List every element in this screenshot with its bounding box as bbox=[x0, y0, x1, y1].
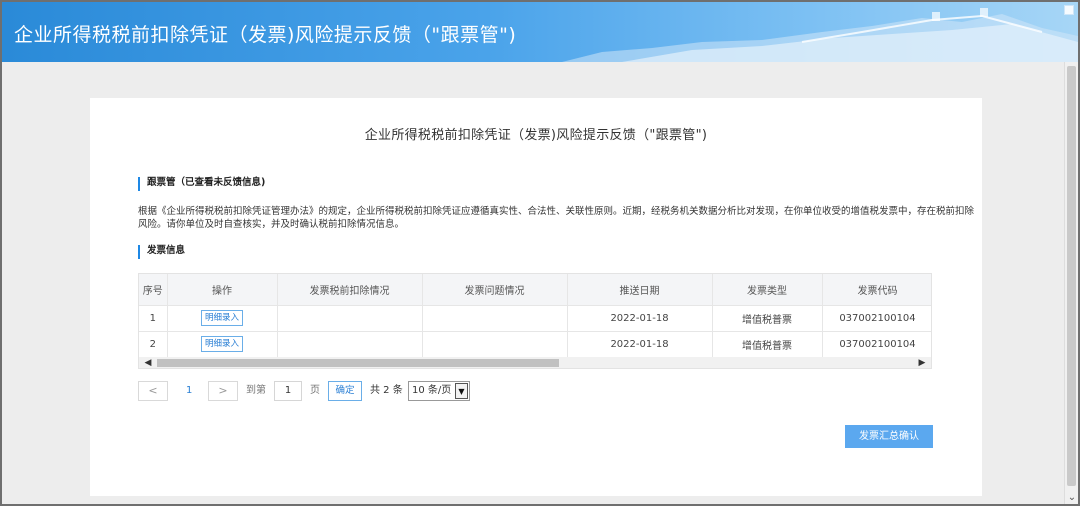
col-header-date: 推送日期 bbox=[567, 274, 713, 306]
app-title: 企业所得税税前扣除凭证（发票)风险提示反馈（"跟票管") bbox=[14, 24, 517, 46]
total-count: 共 2 条 bbox=[370, 385, 403, 396]
summary-confirm-button[interactable]: 发票汇总确认 bbox=[845, 425, 933, 448]
goto-label: 到第 bbox=[246, 385, 266, 396]
table-row: 1 明细录入 2022-01-18 增值税普票 037002100104 bbox=[139, 305, 931, 332]
cell-deduction bbox=[277, 305, 423, 332]
page-number-1[interactable]: 1 bbox=[186, 381, 192, 401]
header-banner: 企业所得税税前扣除凭证（发票)风险提示反馈（"跟票管") bbox=[2, 2, 1078, 62]
vertical-scrollbar[interactable]: ⌄ bbox=[1064, 62, 1078, 504]
cell-action: 明细录入 bbox=[167, 305, 278, 332]
cell-index: 2 bbox=[139, 331, 168, 358]
cell-code: 037002100104 bbox=[822, 305, 931, 332]
page-size-select[interactable]: 10 条/页 ▼ bbox=[408, 381, 470, 401]
section-heading-followup: 跟票管（已查看未反馈信息) bbox=[138, 177, 265, 191]
col-header-code: 发票代码 bbox=[822, 274, 931, 306]
section-heading-invoice: 发票信息 bbox=[138, 245, 185, 259]
table-header-row: 序号 操作 发票税前扣除情况 发票问题情况 推送日期 发票类型 发票代码 bbox=[139, 274, 931, 306]
horizontal-scrollbar[interactable]: ◀ ▶ bbox=[139, 357, 931, 368]
cell-date: 2022-01-18 bbox=[567, 305, 713, 332]
goto-page-input[interactable]: 1 bbox=[274, 381, 302, 401]
chevron-down-icon: ▼ bbox=[455, 383, 468, 399]
scroll-down-icon[interactable]: ⌄ bbox=[1066, 492, 1078, 504]
main-card: 企业所得税税前扣除凭证（发票)风险提示反馈（"跟票管") 跟票管（已查看未反馈信… bbox=[90, 98, 982, 496]
col-header-type: 发票类型 bbox=[712, 274, 823, 306]
page-size-value: 10 条/页 bbox=[412, 385, 452, 396]
app-window: 企业所得税税前扣除凭证（发票)风险提示反馈（"跟票管") ⌄ 企业所得税税前扣除… bbox=[0, 0, 1080, 506]
vertical-scrollbar-thumb[interactable] bbox=[1067, 66, 1076, 486]
prev-page-button[interactable]: < bbox=[138, 381, 168, 401]
next-page-button[interactable]: > bbox=[208, 381, 238, 401]
table-row: 2 明细录入 2022-01-18 增值税普票 037002100104 bbox=[139, 331, 931, 358]
detail-entry-button[interactable]: 明细录入 bbox=[200, 336, 243, 352]
col-header-deduction: 发票税前扣除情况 bbox=[277, 274, 423, 306]
cell-deduction bbox=[277, 331, 423, 358]
cell-type: 增值税普票 bbox=[712, 331, 823, 358]
cell-code: 037002100104 bbox=[822, 331, 931, 358]
page-unit-label: 页 bbox=[310, 385, 320, 396]
cell-date: 2022-01-18 bbox=[567, 331, 713, 358]
horizontal-scrollbar-thumb[interactable] bbox=[157, 359, 559, 367]
cell-issue bbox=[422, 331, 568, 358]
notice-text: 根据《企业所得税税前扣除凭证管理办法》的规定，企业所得税税前扣除凭证应遵循真实性… bbox=[138, 206, 975, 230]
col-header-action: 操作 bbox=[167, 274, 278, 306]
scroll-right-icon[interactable]: ▶ bbox=[915, 357, 929, 368]
cell-issue bbox=[422, 305, 568, 332]
detail-entry-button[interactable]: 明细录入 bbox=[200, 310, 243, 326]
scroll-left-icon[interactable]: ◀ bbox=[141, 357, 155, 368]
cell-action: 明细录入 bbox=[167, 331, 278, 358]
cell-index: 1 bbox=[139, 305, 168, 332]
col-header-index: 序号 bbox=[139, 274, 168, 306]
goto-confirm-button[interactable]: 确定 bbox=[328, 381, 362, 401]
window-restore-icon[interactable] bbox=[1064, 5, 1074, 15]
invoice-table: 序号 操作 发票税前扣除情况 发票问题情况 推送日期 发票类型 发票代码 1 明… bbox=[138, 273, 932, 369]
page-title: 企业所得税税前扣除凭证（发票)风险提示反馈（"跟票管") bbox=[364, 128, 708, 143]
col-header-issue: 发票问题情况 bbox=[422, 274, 568, 306]
cell-type: 增值税普票 bbox=[712, 305, 823, 332]
